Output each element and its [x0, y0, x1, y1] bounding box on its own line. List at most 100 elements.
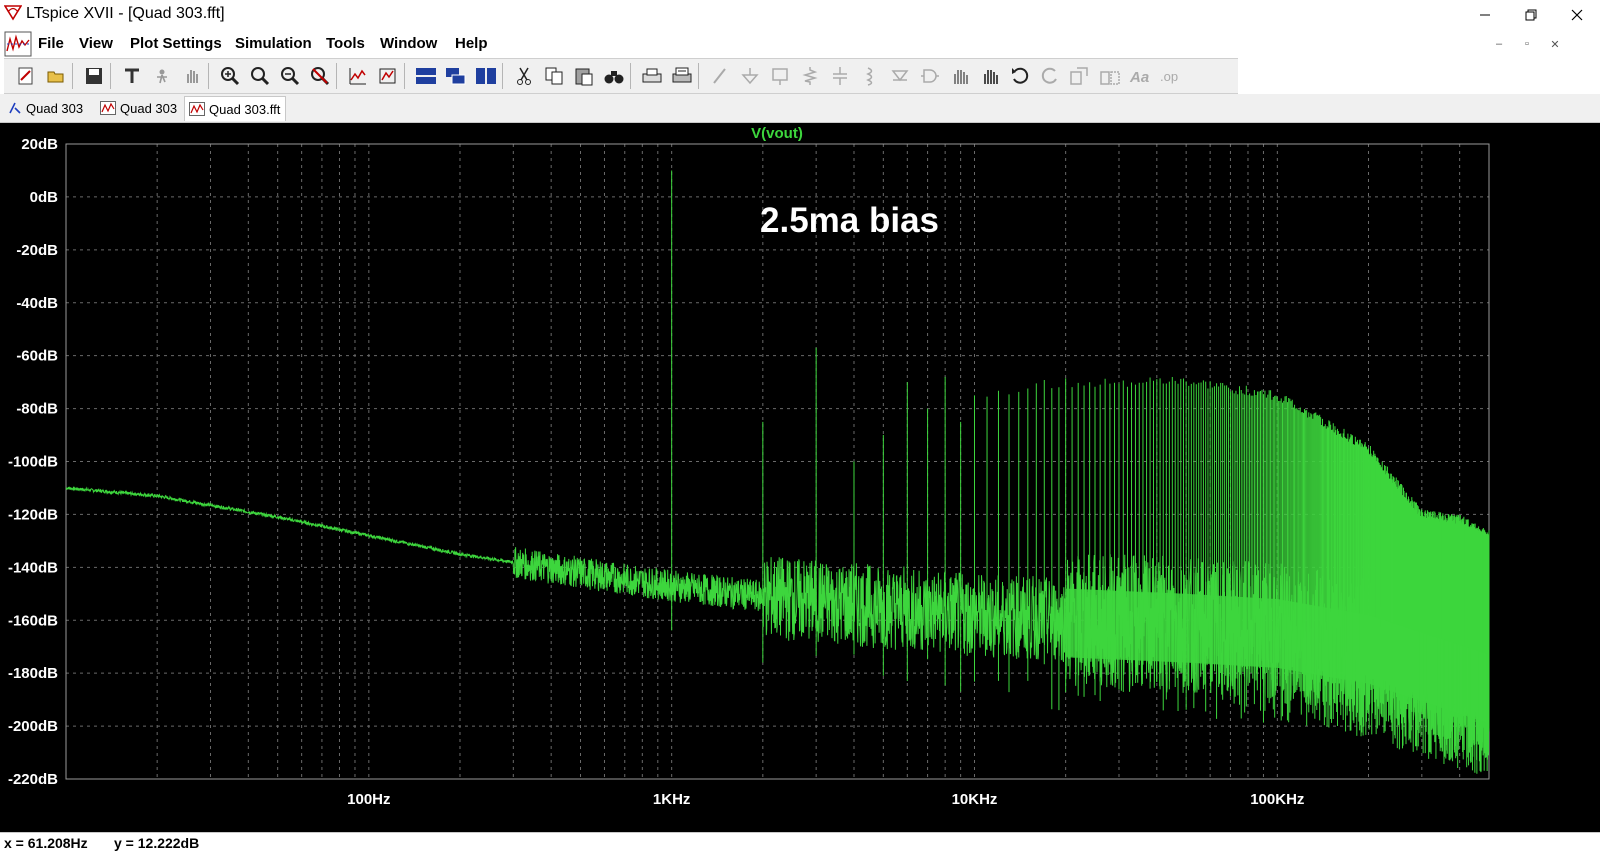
diode-button[interactable] — [888, 64, 912, 88]
print-button[interactable] — [640, 64, 664, 88]
inductor-button[interactable] — [858, 64, 882, 88]
paste-button[interactable] — [572, 64, 596, 88]
harmonic-spikes — [671, 170, 1490, 774]
label-icon — [772, 68, 788, 85]
cut-button[interactable] — [512, 64, 536, 88]
minimize-button[interactable] — [1462, 0, 1508, 30]
mdi-restore-icon[interactable]: ▫ — [1518, 35, 1536, 53]
find-button[interactable] — [602, 64, 626, 88]
pick-visible-icon — [379, 68, 396, 84]
halt-icon — [187, 70, 198, 83]
menu-plot-settings[interactable]: Plot Settings — [130, 35, 222, 52]
zoom-cancel-icon — [311, 67, 330, 86]
y-tick-label: -120dB — [8, 506, 58, 523]
label-button[interactable] — [768, 64, 792, 88]
x-tick-label: 100KHz — [1250, 791, 1304, 808]
run-button[interactable] — [150, 64, 174, 88]
pick-visible-button[interactable] — [376, 64, 400, 88]
component-icon — [921, 69, 939, 83]
x-tick-label: 1KHz — [653, 791, 691, 808]
autorange-icon — [349, 68, 366, 85]
save-button[interactable] — [82, 64, 106, 88]
zoom-in-button[interactable] — [218, 64, 242, 88]
paste-icon — [575, 68, 593, 86]
zoom-box-icon — [251, 67, 270, 86]
tab-waveform[interactable]: Quad 303 — [96, 96, 180, 120]
wire-icon — [713, 68, 726, 84]
cascade-button[interactable] — [444, 64, 468, 88]
y-tick-label: -200dB — [8, 718, 58, 735]
undo-button[interactable] — [1008, 64, 1032, 88]
menu-help[interactable]: Help — [455, 35, 488, 52]
drag-icon — [984, 70, 998, 84]
mdi-close-icon[interactable]: ✕ — [1546, 35, 1564, 53]
x-axis: 100Hz 1KHz 10KHz 100KHz — [347, 791, 1304, 808]
mdi-minimize-icon[interactable]: – — [1490, 35, 1508, 53]
rotate-icon — [1070, 67, 1088, 85]
tab-schematic[interactable]: Quad 303 — [4, 96, 92, 120]
open-icon — [47, 71, 64, 83]
copy-button[interactable] — [542, 64, 566, 88]
spice-directive-button[interactable]: .op — [1158, 64, 1182, 88]
component-button[interactable] — [918, 64, 942, 88]
document-tabs: Quad 303 Quad 303 Quad 303.fft — [0, 94, 1600, 123]
zoom-cancel-button[interactable] — [308, 64, 332, 88]
menu-simulation[interactable]: Simulation — [235, 35, 312, 52]
menu-view[interactable]: View — [79, 35, 113, 52]
resistor-icon — [802, 67, 818, 85]
svg-text:.op: .op — [1160, 69, 1178, 84]
redo-button[interactable] — [1038, 64, 1062, 88]
maximize-icon — [1525, 9, 1537, 21]
maximize-button[interactable] — [1508, 0, 1554, 30]
capacitor-button[interactable] — [828, 64, 852, 88]
y-tick-label: 20dB — [21, 136, 58, 153]
tile-horizontal-button[interactable] — [414, 64, 438, 88]
zoom-out-icon — [281, 67, 300, 86]
trace-label[interactable]: V(vout) — [751, 125, 803, 142]
save-icon — [86, 68, 102, 84]
copy-icon — [545, 67, 563, 85]
plot-annotation[interactable]: 2.5ma bias — [760, 201, 939, 240]
drag-button[interactable] — [978, 64, 1002, 88]
y-tick-label: -180dB — [8, 665, 58, 682]
print-preview-button[interactable] — [670, 64, 694, 88]
ground-icon — [741, 68, 759, 85]
mirror-button[interactable] — [1098, 64, 1122, 88]
move-button[interactable] — [948, 64, 972, 88]
minimize-icon — [1480, 14, 1490, 16]
tile-vertical-button[interactable] — [474, 64, 498, 88]
waveform-doc-icon[interactable] — [4, 31, 32, 57]
menu-tools[interactable]: Tools — [326, 35, 365, 52]
y-tick-label: -100dB — [8, 454, 58, 471]
y-tick-label: -160dB — [8, 612, 58, 629]
menu-window[interactable]: Window — [380, 35, 437, 52]
text-button[interactable]: Aa — [1128, 64, 1152, 88]
fft-chart[interactable]: 20dB 0dB -20dB -40dB -60dB -80dB -100dB -120dB -… — [0, 123, 1600, 832]
menu-file[interactable]: File — [38, 35, 64, 52]
move-icon — [954, 70, 968, 84]
run-icon — [157, 69, 167, 84]
open-button[interactable] — [44, 64, 68, 88]
print-icon — [642, 68, 662, 83]
tile-vertical-icon — [476, 68, 496, 84]
text-icon: Aa — [1129, 69, 1149, 86]
tab-fft[interactable]: Quad 303.fft — [184, 96, 286, 121]
fft-plot-pane[interactable]: 20dB 0dB -20dB -40dB -60dB -80dB -100dB -120dB -… — [0, 123, 1600, 832]
new-schematic-icon — [18, 67, 33, 85]
tile-horizontal-icon — [416, 68, 436, 84]
cut-icon — [517, 67, 531, 85]
wire-button[interactable] — [708, 64, 732, 88]
y-tick-label: -220dB — [8, 771, 58, 788]
cursor-x-readout: x = 61.208Hz — [4, 835, 88, 851]
resistor-button[interactable] — [798, 64, 822, 88]
zoom-box-button[interactable] — [248, 64, 272, 88]
close-button[interactable] — [1554, 0, 1600, 30]
waveform-icon — [189, 102, 205, 116]
halt-button[interactable] — [180, 64, 204, 88]
zoom-out-button[interactable] — [278, 64, 302, 88]
rotate-button[interactable] — [1068, 64, 1092, 88]
autorange-button[interactable] — [346, 64, 370, 88]
new-schematic-button[interactable] — [14, 64, 38, 88]
ground-button[interactable] — [738, 64, 762, 88]
control-panel-button[interactable] — [120, 64, 144, 88]
